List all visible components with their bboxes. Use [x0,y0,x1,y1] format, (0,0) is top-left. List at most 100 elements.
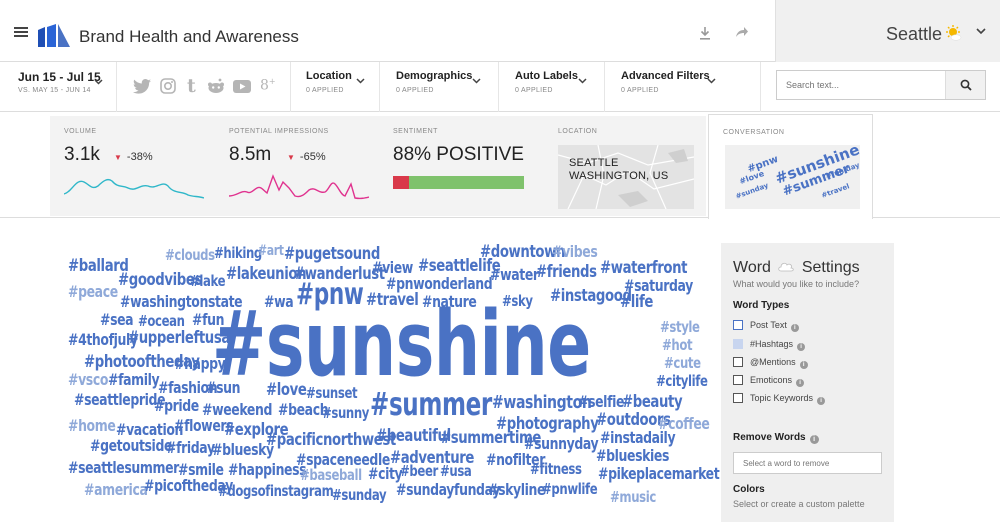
cloud-word[interactable]: #sunny [322,406,369,421]
info-icon[interactable]: i [809,435,819,444]
cloud-word[interactable]: #hiking [214,246,262,261]
cloud-word[interactable]: #music [610,490,656,505]
cloud-word[interactable]: #fitness [530,462,582,477]
cloud-word[interactable]: #beauty [622,394,683,411]
cloud-word[interactable]: #pugetsound [284,246,380,263]
cloud-word[interactable]: #beer [400,464,438,479]
cloud-word[interactable]: #cute [664,356,701,371]
cloud-word[interactable]: #skyline [488,482,546,498]
word-types-heading: Word Types [733,300,790,311]
date-range-picker[interactable]: Jun 15 - Jul 15 VS. MAY 15 - JUN 14 [18,70,101,94]
cloud-word[interactable]: #friday [166,440,215,456]
cloud-word[interactable]: #seattlesummer [68,460,179,476]
info-icon[interactable]: i [797,343,806,351]
info-icon[interactable]: i [796,379,805,387]
menu-icon[interactable] [14,27,28,37]
search-button[interactable] [945,71,985,99]
cloud-word[interactable]: #vsco [68,372,108,388]
filter-advanced[interactable]: Advanced Filters 0 APPLIED [621,70,716,94]
search-input[interactable] [777,71,945,99]
cloud-word[interactable]: #blueskies [596,448,669,464]
cloud-word[interactable]: #upperleftusa [128,330,230,347]
cloud-word[interactable]: #home [68,418,116,434]
tab-conversation[interactable]: CONVERSATION #sunshine #pnw #summer #lov… [708,114,873,219]
info-icon[interactable]: i [790,324,799,332]
tumblr-icon[interactable]: t [187,75,196,97]
cloud-word[interactable]: #family [108,372,160,388]
info-icon[interactable]: i [799,361,808,369]
metric-location[interactable]: LOCATION SEATTLE WASHINGTON, US [544,116,706,216]
info-icon[interactable]: i [817,397,826,405]
city-selector[interactable]: Seattle [775,0,1000,62]
twitter-icon[interactable] [133,79,151,94]
filter-location[interactable]: Location 0 APPLIED [306,70,365,94]
cloud-word[interactable]: #sun [206,380,240,396]
cloud-word[interactable]: #art [258,244,284,258]
cloud-word[interactable]: #love [266,382,307,399]
cloud-word[interactable]: #water [490,267,539,283]
cloud-word[interactable]: #seattlelife [418,258,501,275]
cloud-word[interactable]: #selfie [578,394,624,410]
cloud-word[interactable]: #getoutside [90,438,172,454]
checkbox-post-text[interactable]: Post Text i [733,320,799,332]
instagram-icon[interactable] [160,78,176,94]
cloud-word[interactable]: #baseball [300,468,362,483]
cloud-word[interactable]: #pnwlife [542,482,598,497]
cloud-word[interactable]: #lake [190,274,226,289]
cloud-word[interactable]: #style [660,320,700,335]
cloud-word[interactable]: #america [84,482,148,498]
checkbox[interactable] [733,375,743,385]
youtube-icon[interactable] [233,80,251,93]
checkbox[interactable] [733,357,743,367]
cloud-word[interactable]: #ocean [138,314,185,329]
cloud-word[interactable]: #sunshine [212,300,591,390]
metric-impressions[interactable]: POTENTIAL IMPRESSIONS 8.5m ▼ -65% [215,116,379,216]
cloud-word[interactable]: #pride [154,398,199,414]
metric-sentiment[interactable]: SENTIMENT 88% POSITIVE [379,116,544,216]
chevron-down-icon[interactable] [94,79,103,85]
cloud-word[interactable]: #seattlepride [74,392,166,408]
cloud-word[interactable]: #sea [100,312,134,328]
reddit-icon[interactable] [207,78,225,94]
cloud-word[interactable]: #citylife [656,374,708,389]
download-icon[interactable] [699,26,711,40]
remove-word-input[interactable] [733,452,882,474]
cloud-word[interactable]: #happy [174,356,226,372]
cloud-word[interactable]: #bluesky [212,442,274,458]
checkbox[interactable] [733,393,743,403]
checkbox[interactable] [733,339,743,349]
filter-bar: Jun 15 - Jul 15 VS. MAY 15 - JUN 14 t 8+… [0,62,1000,112]
filter-label: Location [306,70,352,82]
cloud-word[interactable]: #clouds [165,248,215,263]
cloud-word[interactable]: #beach [278,402,329,418]
checkbox-mentions[interactable]: @Mentions i [733,357,808,369]
cloud-word[interactable]: #life [620,294,653,311]
cloud-word[interactable]: #sunset [306,386,358,401]
cloud-word[interactable]: #washington [492,394,592,412]
google-plus-icon[interactable]: 8+ [260,77,276,94]
cloud-word[interactable]: #peace [68,284,118,300]
cloud-word[interactable]: #pikeplacemarket [598,466,720,482]
checkbox-topic-keywords[interactable]: Topic Keywords i [733,393,826,405]
cloud-word[interactable]: #sundayfunday [396,482,500,498]
checkbox[interactable] [733,320,743,330]
cloud-word[interactable]: #sunday [332,488,387,503]
cloud-word[interactable]: #friends [536,264,597,281]
metric-volume[interactable]: VOLUME 3.1k ▼ -38% [50,116,215,216]
checkbox-hashtags[interactable]: #Hashtags i [733,339,806,351]
cloud-word[interactable]: #dogsofinstagram [218,484,334,499]
cloud-word[interactable]: #instadaily [600,430,676,446]
checkbox-emoticons[interactable]: Emoticons i [733,375,805,387]
chevron-down-icon[interactable] [976,28,986,35]
cloud-word[interactable]: #happiness [228,462,307,478]
filter-demographics[interactable]: Demographics 0 APPLIED [396,70,481,94]
cloud-word[interactable]: #waterfront [600,260,687,277]
share-icon[interactable] [735,26,749,38]
location-text: SEATTLE WASHINGTON, US [569,157,668,183]
filter-auto-labels[interactable]: Auto Labels 0 APPLIED [515,70,587,94]
cloud-word[interactable]: #vibes [552,244,598,260]
cloud-word[interactable]: #usa [440,464,472,479]
metric-change-value: -65% [299,151,326,163]
cloud-word[interactable]: #summer [370,388,492,420]
cloud-word[interactable]: #hot [662,338,693,353]
